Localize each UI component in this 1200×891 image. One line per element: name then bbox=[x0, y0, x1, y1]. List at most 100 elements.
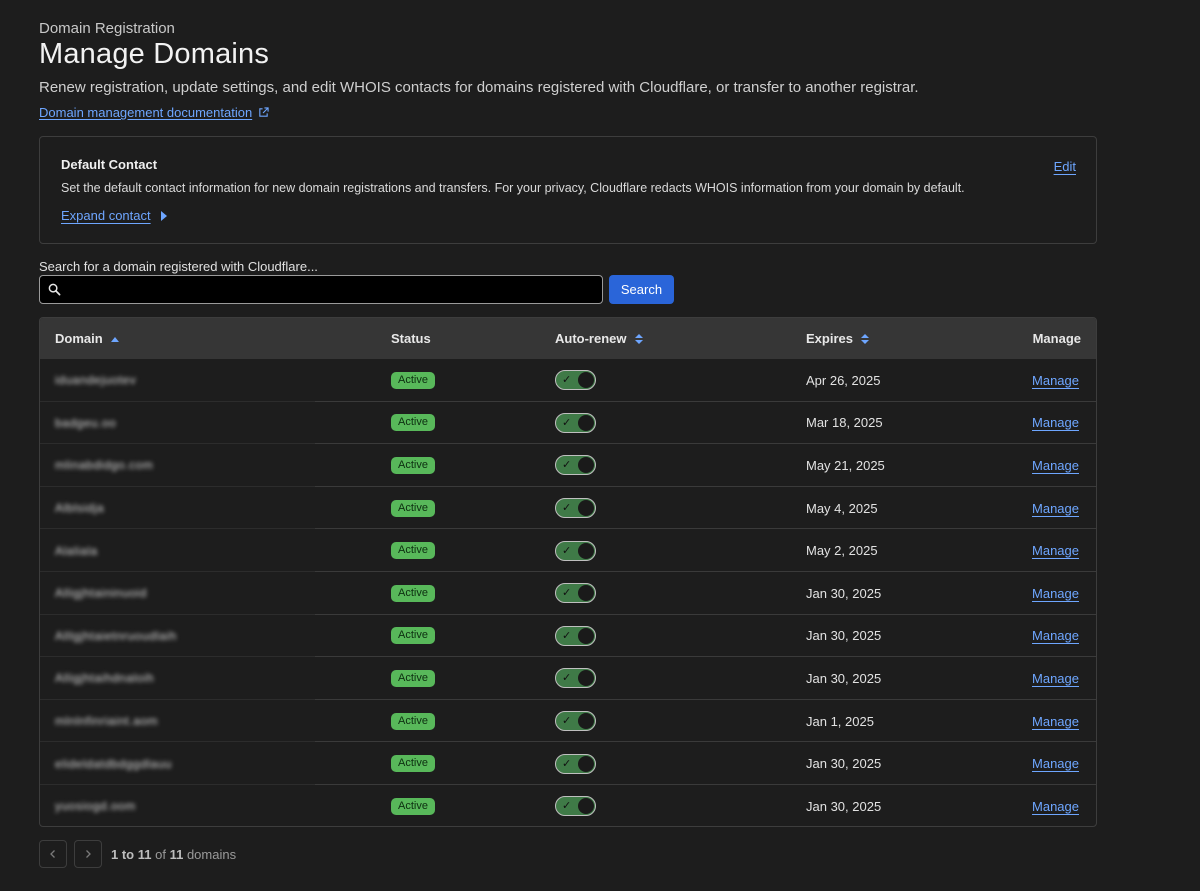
autorenew-cell: ✓ bbox=[555, 657, 596, 700]
sort-ascending-icon bbox=[110, 336, 119, 342]
auto-renew-toggle[interactable]: ✓ bbox=[555, 412, 596, 433]
status-cell: Active bbox=[391, 657, 435, 700]
auto-renew-toggle[interactable]: ✓ bbox=[555, 625, 596, 646]
status-badge: Active bbox=[391, 712, 435, 730]
manage-link[interactable]: Manage bbox=[1032, 714, 1079, 729]
auto-renew-toggle[interactable]: ✓ bbox=[555, 540, 596, 561]
table-row: Alligjhtaininuoid Active ✓ Jan 30, 2025 Mana… bbox=[40, 572, 1096, 615]
autorenew-cell: ✓ bbox=[555, 742, 596, 785]
domain-name: yuosiogd.oom bbox=[55, 799, 136, 814]
expires-cell: Mar 18, 2025 bbox=[806, 402, 883, 445]
domain-cell: Alblsidja bbox=[55, 487, 104, 530]
contact-description: Set the default contact information for … bbox=[61, 181, 965, 195]
edit-contact-link[interactable]: Edit bbox=[1054, 159, 1076, 174]
expires-cell: May 4, 2025 bbox=[806, 487, 878, 530]
next-page-button[interactable] bbox=[74, 840, 102, 868]
auto-renew-toggle[interactable]: ✓ bbox=[555, 370, 596, 391]
status-cell: Active bbox=[391, 529, 435, 572]
toggle-knob bbox=[578, 414, 594, 431]
toggle-knob bbox=[578, 542, 594, 559]
expiry-date: Apr 26, 2025 bbox=[806, 372, 881, 388]
status-cell: Active bbox=[391, 700, 435, 743]
auto-renew-toggle[interactable]: ✓ bbox=[555, 583, 596, 604]
check-icon: ✓ bbox=[562, 672, 572, 685]
domain-name: badgeu.oo bbox=[55, 415, 117, 430]
pagination: 1 to 11 of 11 domains bbox=[39, 840, 236, 868]
chevron-left-icon bbox=[50, 850, 55, 858]
manage-link[interactable]: Manage bbox=[1032, 543, 1079, 558]
auto-renew-toggle[interactable]: ✓ bbox=[555, 753, 596, 774]
autorenew-cell: ✓ bbox=[555, 615, 596, 658]
default-contact-card: Default Contact Set the default contact … bbox=[39, 136, 1097, 244]
auto-renew-toggle[interactable]: ✓ bbox=[555, 498, 596, 519]
expand-contact-label: Expand contact bbox=[61, 208, 151, 223]
status-cell: Active bbox=[391, 444, 435, 487]
expires-cell: Jan 30, 2025 bbox=[806, 785, 881, 826]
check-icon: ✓ bbox=[562, 416, 572, 429]
search-button[interactable]: Search bbox=[609, 275, 674, 304]
expiry-date: May 2, 2025 bbox=[806, 543, 878, 559]
manage-cell: Manage bbox=[1032, 529, 1079, 572]
expiry-date: Jan 1, 2025 bbox=[806, 713, 874, 729]
pagination-unit: domains bbox=[186, 846, 237, 862]
expiry-date: May 4, 2025 bbox=[806, 500, 878, 516]
column-header-expires[interactable]: Expires bbox=[806, 318, 869, 359]
column-header-domain-label: Domain bbox=[55, 331, 103, 346]
previous-page-button[interactable] bbox=[39, 840, 67, 868]
page-description: Renew registration, update settings, and… bbox=[39, 79, 919, 96]
status-badge: Active bbox=[391, 456, 435, 474]
expires-cell: Jan 30, 2025 bbox=[806, 572, 881, 615]
manage-link[interactable]: Manage bbox=[1032, 799, 1079, 814]
manage-link[interactable]: Manage bbox=[1032, 756, 1079, 771]
expires-cell: Jan 30, 2025 bbox=[806, 615, 881, 658]
status-badge: Active bbox=[391, 371, 435, 389]
status-badge: Active bbox=[391, 755, 435, 773]
table-row: Alllgjhtaietnruoudlaih Active ✓ Jan 30, 202… bbox=[40, 615, 1096, 658]
table-row: badgeu.oo Active ✓ Mar 18, 2025 Manage bbox=[40, 402, 1096, 445]
search-input[interactable] bbox=[61, 276, 602, 303]
pagination-info: 1 to 11 of 11 domains bbox=[111, 847, 236, 862]
auto-renew-toggle[interactable]: ✓ bbox=[555, 455, 596, 476]
column-header-expires-label: Expires bbox=[806, 331, 853, 346]
column-header-autorenew[interactable]: Auto-renew bbox=[555, 318, 643, 359]
manage-link[interactable]: Manage bbox=[1032, 415, 1079, 430]
column-header-domain[interactable]: Domain bbox=[55, 318, 119, 359]
manage-link[interactable]: Manage bbox=[1032, 373, 1079, 388]
manage-cell: Manage bbox=[1032, 615, 1079, 658]
expires-cell: Jan 1, 2025 bbox=[806, 700, 874, 743]
auto-renew-toggle[interactable]: ✓ bbox=[555, 711, 596, 732]
status-cell: Active bbox=[391, 402, 435, 445]
expand-contact-link[interactable]: Expand contact bbox=[61, 208, 167, 223]
check-icon: ✓ bbox=[562, 374, 572, 387]
expiry-date: Mar 18, 2025 bbox=[806, 415, 883, 431]
autorenew-cell: ✓ bbox=[555, 572, 596, 615]
toggle-knob bbox=[578, 670, 594, 687]
expires-cell: Jan 30, 2025 bbox=[806, 657, 881, 700]
manage-link[interactable]: Manage bbox=[1032, 501, 1079, 516]
documentation-link-label: Domain management documentation bbox=[39, 105, 253, 120]
manage-link[interactable]: Manage bbox=[1032, 458, 1079, 473]
toggle-knob bbox=[578, 755, 594, 772]
domain-cell: Alllgjhtaietnruoudlaih bbox=[55, 615, 177, 658]
autorenew-cell: ✓ bbox=[555, 785, 596, 826]
search-field[interactable] bbox=[39, 275, 603, 304]
domain-name: Alligjhtaininuoid bbox=[55, 586, 147, 601]
manage-link[interactable]: Manage bbox=[1032, 671, 1079, 686]
pagination-range: 1 to 11 bbox=[111, 846, 152, 862]
check-icon: ✓ bbox=[562, 502, 572, 515]
domain-name: mlinabdidgo.com bbox=[55, 458, 154, 473]
status-badge: Active bbox=[391, 584, 435, 602]
manage-cell: Manage bbox=[1032, 487, 1079, 530]
sort-icon bbox=[860, 333, 869, 344]
auto-renew-toggle[interactable]: ✓ bbox=[555, 796, 596, 817]
manage-link[interactable]: Manage bbox=[1032, 628, 1079, 643]
manage-cell: Manage bbox=[1032, 742, 1079, 785]
autorenew-cell: ✓ bbox=[555, 444, 596, 487]
check-icon: ✓ bbox=[562, 800, 572, 813]
expiry-date: Jan 30, 2025 bbox=[806, 670, 882, 686]
manage-link[interactable]: Manage bbox=[1032, 586, 1079, 601]
auto-renew-toggle[interactable]: ✓ bbox=[555, 668, 596, 689]
expires-cell: May 2, 2025 bbox=[806, 529, 878, 572]
check-icon: ✓ bbox=[562, 757, 572, 770]
documentation-link[interactable]: Domain management documentation bbox=[39, 105, 269, 120]
